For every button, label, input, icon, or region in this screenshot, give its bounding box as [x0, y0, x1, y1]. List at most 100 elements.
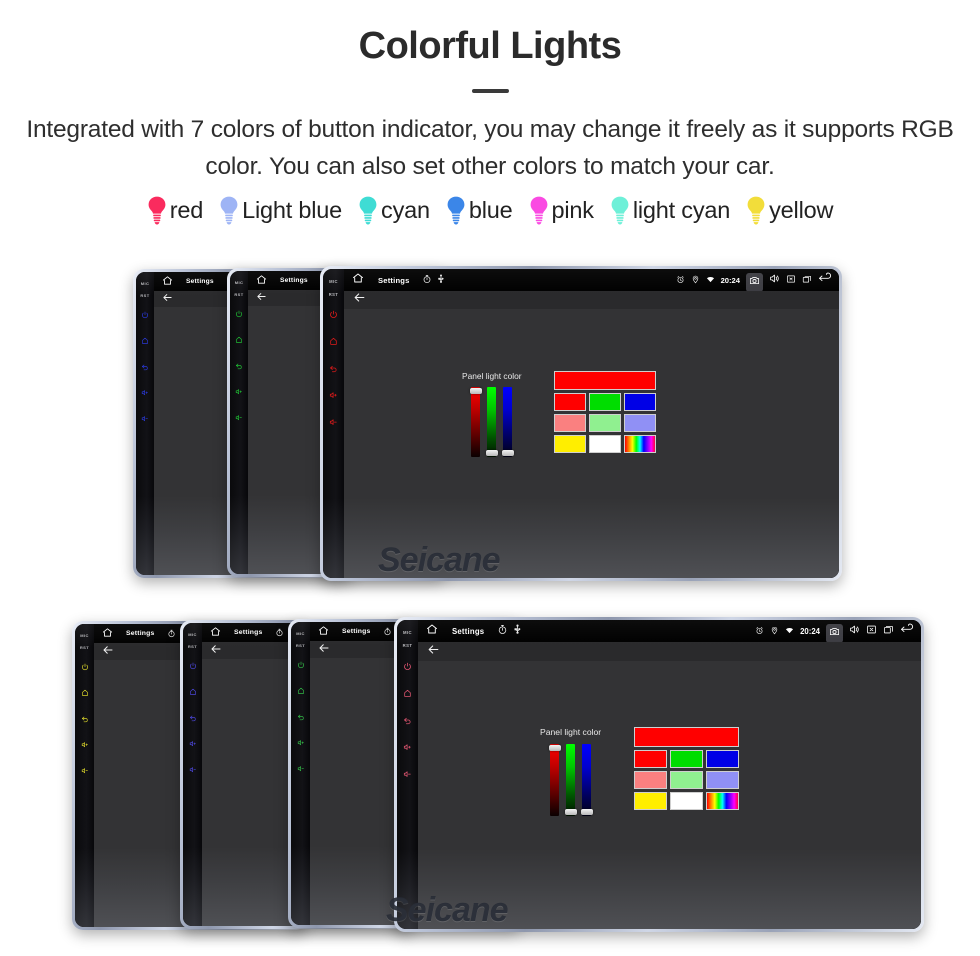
home-icon[interactable]	[256, 272, 267, 290]
back-button[interactable]	[141, 358, 149, 376]
power-button[interactable]	[297, 656, 305, 674]
back-button[interactable]	[189, 709, 197, 727]
app-back-button[interactable]	[102, 643, 114, 661]
hardware-button-strip[interactable]: MIC RST	[183, 623, 202, 926]
rst-button[interactable]: RST	[140, 294, 149, 298]
volume-up-button[interactable]	[141, 384, 149, 402]
green-slider[interactable]	[485, 387, 498, 457]
red-slider-thumb[interactable]	[548, 745, 561, 751]
green-slider-thumb[interactable]	[485, 450, 498, 456]
volume-down-button[interactable]	[189, 761, 197, 779]
color-swatch[interactable]	[634, 792, 668, 810]
home-icon[interactable]	[210, 624, 221, 642]
app-back-button[interactable]	[256, 289, 267, 307]
color-swatch[interactable]	[623, 414, 656, 432]
rst-button[interactable]: RST	[296, 644, 305, 648]
color-swatch[interactable]	[623, 435, 656, 453]
power-button[interactable]	[403, 658, 412, 676]
volume-down-button[interactable]	[297, 760, 305, 778]
color-swatch[interactable]	[670, 792, 704, 810]
back-button[interactable]	[297, 708, 305, 726]
volume-up-button[interactable]	[403, 739, 412, 757]
blue-slider[interactable]	[501, 387, 514, 457]
volume-up-button[interactable]	[235, 383, 243, 401]
rst-button[interactable]: RST	[188, 645, 197, 649]
back-button[interactable]	[235, 357, 243, 375]
color-swatch[interactable]	[670, 750, 704, 768]
power-button[interactable]	[189, 657, 197, 675]
close-box-icon[interactable]	[786, 271, 796, 289]
rst-button[interactable]: RST	[403, 643, 413, 648]
home-button[interactable]	[189, 683, 197, 701]
color-swatch[interactable]	[553, 414, 586, 432]
volume-down-button[interactable]	[235, 409, 243, 427]
speaker-icon[interactable]	[769, 271, 780, 289]
home-icon[interactable]	[162, 273, 173, 291]
device-top-red[interactable]: MIC RST Settings 20:24 Panel light color	[320, 266, 842, 581]
recents-icon[interactable]	[883, 622, 894, 640]
volume-down-button[interactable]	[329, 414, 338, 432]
color-swatch[interactable]	[706, 750, 740, 768]
back-button[interactable]	[81, 710, 89, 728]
color-swatch[interactable]	[706, 792, 740, 810]
green-slider[interactable]	[564, 744, 577, 816]
close-box-icon[interactable]	[866, 622, 877, 640]
home-icon[interactable]	[318, 623, 329, 641]
blue-slider[interactable]	[580, 744, 593, 816]
home-button[interactable]	[329, 333, 338, 351]
volume-down-button[interactable]	[141, 410, 149, 428]
hardware-button-strip[interactable]: MIC RST	[323, 269, 344, 578]
color-swatch[interactable]	[706, 771, 740, 789]
color-preview-bar[interactable]	[634, 727, 740, 747]
red-slider-thumb[interactable]	[469, 388, 482, 394]
rst-button[interactable]: RST	[234, 293, 243, 297]
device-bottom-pink[interactable]: MIC RST Settings 20:24 Panel light color	[394, 617, 924, 932]
app-back-button[interactable]	[162, 290, 173, 308]
color-swatch[interactable]	[588, 435, 621, 453]
rst-button[interactable]: RST	[80, 646, 89, 650]
home-icon[interactable]	[426, 622, 438, 640]
volume-up-button[interactable]	[189, 735, 197, 753]
volume-down-button[interactable]	[403, 766, 412, 784]
power-button[interactable]	[81, 658, 89, 676]
home-icon[interactable]	[352, 271, 364, 289]
home-icon[interactable]	[102, 625, 113, 643]
hardware-button-strip[interactable]: MIC RST	[291, 622, 310, 925]
power-button[interactable]	[235, 305, 243, 323]
home-button[interactable]	[297, 682, 305, 700]
color-swatch[interactable]	[553, 393, 586, 411]
volume-up-button[interactable]	[329, 387, 338, 405]
green-slider-thumb[interactable]	[564, 809, 577, 815]
app-back-button[interactable]	[427, 643, 440, 661]
power-button[interactable]	[141, 306, 149, 324]
home-button[interactable]	[235, 331, 243, 349]
app-back-button[interactable]	[353, 291, 366, 309]
camera-button[interactable]	[826, 624, 843, 643]
speaker-icon[interactable]	[849, 622, 860, 640]
red-slider[interactable]	[469, 387, 482, 457]
back-button[interactable]	[329, 360, 338, 378]
hardware-button-strip[interactable]: MIC RST	[230, 271, 248, 574]
hardware-button-strip[interactable]: MIC RST	[75, 624, 94, 927]
color-swatch[interactable]	[634, 771, 668, 789]
hardware-button-strip[interactable]: MIC RST	[136, 272, 154, 575]
blue-slider-thumb[interactable]	[501, 450, 514, 456]
red-slider[interactable]	[548, 744, 561, 816]
app-back-button[interactable]	[210, 642, 222, 660]
color-swatch[interactable]	[634, 750, 668, 768]
color-swatch[interactable]	[588, 393, 621, 411]
color-preview-bar[interactable]	[553, 371, 656, 390]
blue-slider-thumb[interactable]	[580, 809, 593, 815]
volume-up-button[interactable]	[297, 734, 305, 752]
back-arrow-icon[interactable]	[818, 271, 833, 289]
color-swatch[interactable]	[588, 414, 621, 432]
rst-button[interactable]: RST	[329, 292, 339, 297]
app-back-button[interactable]	[318, 641, 330, 659]
home-button[interactable]	[141, 332, 149, 350]
color-swatch[interactable]	[670, 771, 704, 789]
volume-up-button[interactable]	[81, 736, 89, 754]
back-arrow-icon[interactable]	[900, 622, 915, 640]
camera-button[interactable]	[746, 273, 763, 292]
color-swatch[interactable]	[623, 393, 656, 411]
volume-down-button[interactable]	[81, 762, 89, 780]
